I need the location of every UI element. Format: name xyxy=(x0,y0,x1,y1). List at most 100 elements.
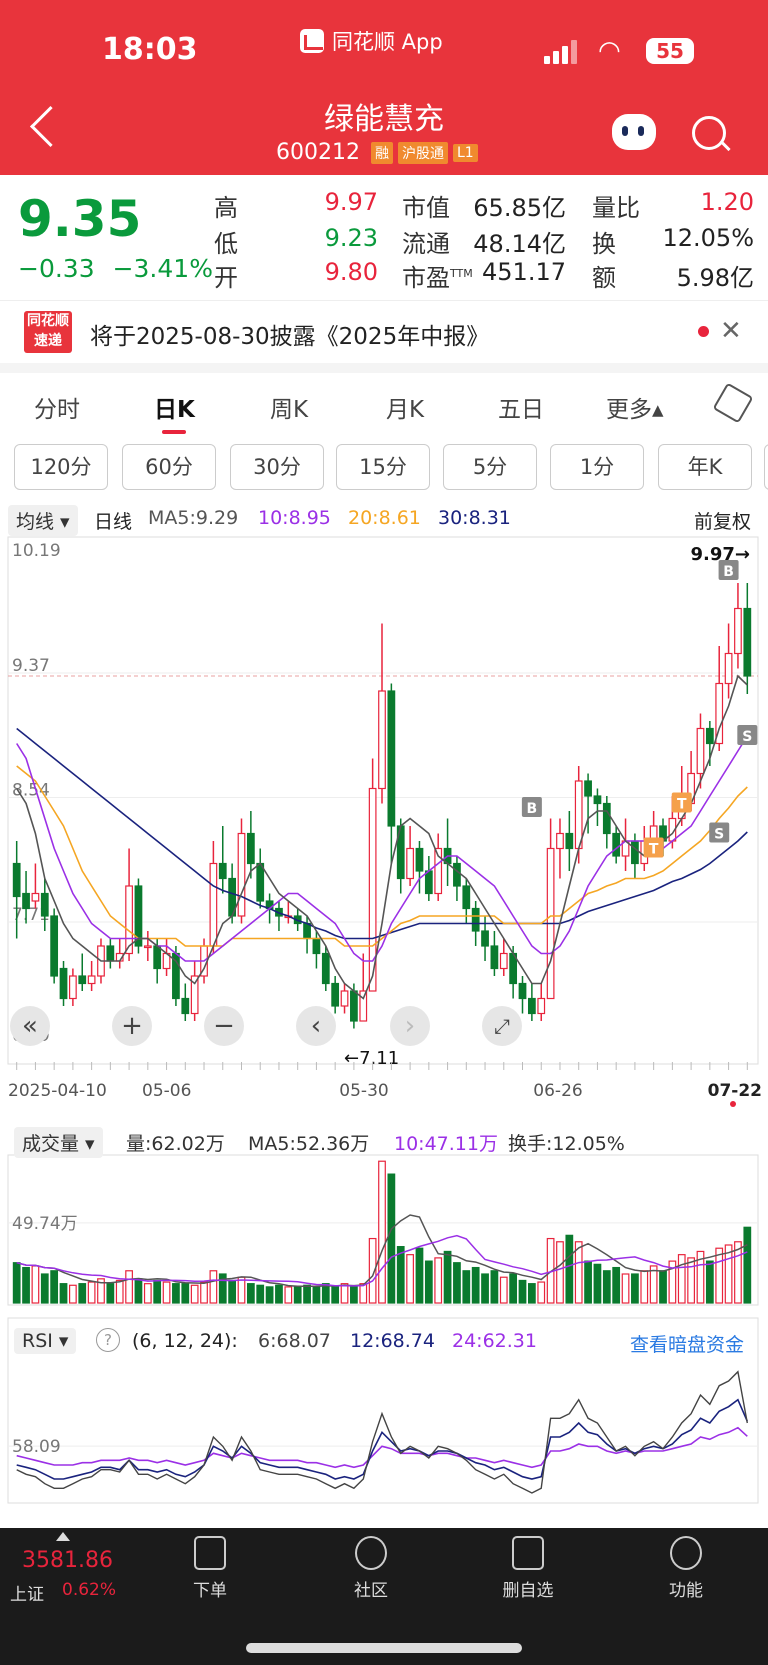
candle-down xyxy=(59,967,68,1000)
label-market-cap: 市值 xyxy=(402,194,450,222)
volume-bar-down xyxy=(509,1273,518,1304)
candle-down xyxy=(40,892,49,917)
battery-icon: 55 xyxy=(646,38,694,64)
candle-up xyxy=(209,862,218,947)
scroll-left-button[interactable]: ‹ xyxy=(296,1006,336,1046)
change-value: −0.33 xyxy=(18,254,95,283)
interval-yearly[interactable]: 年K xyxy=(658,444,752,490)
volume-bar-down xyxy=(59,1283,68,1304)
close-icon[interactable]: ✕ xyxy=(720,316,742,346)
volume-bar-down xyxy=(743,1226,752,1304)
candle-up xyxy=(237,832,246,917)
interval-overflow[interactable] xyxy=(764,444,768,490)
earnings-notice-banner[interactable]: 同花顺 速递 将于2025-08-30披露《2025年中报》 xyxy=(0,300,768,363)
scroll-right-button[interactable]: › xyxy=(390,1006,430,1046)
volume-bar-up xyxy=(537,1281,546,1304)
remove-watchlist-icon xyxy=(512,1536,544,1570)
nav-remove-watchlist[interactable]: 删自选 xyxy=(488,1530,568,1601)
candle-up xyxy=(537,997,546,1015)
interval-30m[interactable]: 30分 xyxy=(230,444,324,490)
help-icon[interactable]: ? xyxy=(96,1328,120,1352)
candle-up xyxy=(359,990,368,1022)
volume-bar-up xyxy=(649,1265,658,1304)
candle-down xyxy=(518,982,527,1000)
dark-pool-link[interactable]: 查看暗盘资金 xyxy=(630,1330,744,1357)
interval-5m[interactable]: 5分 xyxy=(443,444,537,490)
nav-remove-watchlist-label: 删自选 xyxy=(502,1581,554,1601)
app-indicator[interactable]: 同花顺 App xyxy=(300,26,443,56)
volume-bar-up xyxy=(200,1281,208,1304)
interval-15m[interactable]: 15分 xyxy=(336,444,430,490)
rsi12-line xyxy=(16,1398,749,1480)
volume-bar-down xyxy=(153,1279,162,1304)
volume-bar-down xyxy=(612,1266,621,1304)
volume-bar-down xyxy=(462,1270,471,1304)
volume-bar-up xyxy=(434,1257,443,1304)
search-icon[interactable] xyxy=(692,116,726,150)
home-indicator[interactable] xyxy=(246,1643,522,1653)
nav-order-label: 下单 xyxy=(193,1581,227,1601)
date-axis-label: 07-22 xyxy=(708,1081,762,1101)
interval-60m[interactable]: 60分 xyxy=(122,444,216,490)
volume-bar-down xyxy=(181,1283,190,1304)
index-name: 上证 xyxy=(10,1585,44,1605)
tab-intraday[interactable]: 分时 xyxy=(34,390,80,424)
active-tab-indicator xyxy=(162,430,186,434)
label-pe: 市盈TTM xyxy=(402,258,473,293)
volume-bar-down xyxy=(275,1284,283,1304)
fullscreen-icon[interactable]: ⤢ xyxy=(482,1006,522,1046)
zoom-in-button[interactable]: + xyxy=(112,1006,152,1046)
volume-bar-down xyxy=(331,1286,340,1304)
tag-level[interactable]: L1 xyxy=(452,143,478,162)
nav-functions[interactable]: 功能 xyxy=(646,1530,726,1601)
stock-code: 600212 xyxy=(276,140,360,165)
candle-down xyxy=(246,832,255,865)
tab-monthly-k[interactable]: 月K xyxy=(386,390,424,424)
price-axis-label: 9.37 xyxy=(12,656,50,676)
candle-up xyxy=(69,975,77,1000)
scroll-left-fast-icon[interactable]: « xyxy=(10,1006,50,1046)
tab-weekly-k[interactable]: 周K xyxy=(270,390,308,424)
volume-value: 量:62.02万 xyxy=(126,1133,225,1155)
candle-down xyxy=(415,847,424,872)
tab-more[interactable]: 更多▴ xyxy=(606,390,664,424)
volume-bar-down xyxy=(50,1270,59,1304)
rsi24-value: 24:62.31 xyxy=(452,1330,537,1352)
notice-logo-line1: 同花顺 xyxy=(27,313,69,329)
tab-daily-k[interactable]: 日K xyxy=(154,390,195,424)
trade-mark-label: B xyxy=(723,564,734,580)
tag-connect[interactable]: 沪股通 xyxy=(397,141,448,164)
candle-down xyxy=(312,937,321,955)
settings-hexagon-icon[interactable] xyxy=(712,382,754,424)
candle-down xyxy=(612,832,621,857)
interval-1m[interactable]: 1分 xyxy=(550,444,644,490)
nav-community[interactable]: 社区 xyxy=(331,1530,411,1601)
candle-down xyxy=(743,607,752,677)
value-pe: 451.17 xyxy=(482,258,566,286)
zoom-out-button[interactable]: − xyxy=(204,1006,244,1046)
volume-indicator-dropdown[interactable]: 成交量 ▾ xyxy=(14,1127,103,1158)
tag-margin[interactable]: 融 xyxy=(370,141,393,164)
candle-down xyxy=(78,975,87,985)
nav-order[interactable]: 下单 xyxy=(170,1530,250,1601)
interval-120m[interactable]: 120分 xyxy=(14,444,108,490)
volume-bar-down xyxy=(78,1283,87,1304)
index-value[interactable]: 3581.86 xyxy=(22,1548,113,1573)
candle-up xyxy=(574,780,583,850)
index-expand-icon[interactable] xyxy=(56,1532,70,1541)
unread-dot xyxy=(698,326,709,337)
pe-label-text: 市盈 xyxy=(402,264,450,292)
rsi-indicator-dropdown[interactable]: RSI ▾ xyxy=(14,1328,77,1354)
value-amount: 5.98亿 xyxy=(676,264,754,292)
community-star-icon xyxy=(355,1536,387,1570)
volume-bar-down xyxy=(527,1283,536,1304)
candle-down xyxy=(303,922,311,940)
tab-five-day[interactable]: 五日 xyxy=(498,390,544,424)
assistant-robot-icon[interactable] xyxy=(612,114,656,150)
volume-bar-up xyxy=(190,1284,199,1304)
volume-bar-down xyxy=(246,1283,255,1304)
volume-bar-up xyxy=(556,1241,564,1304)
volume-bar-down xyxy=(40,1273,49,1304)
price-change: −0.33 −3.41% xyxy=(18,254,213,283)
stock-chart[interactable]: 10.199.378.547.716.899.97→←7.11BBTTSS202… xyxy=(0,500,768,1510)
